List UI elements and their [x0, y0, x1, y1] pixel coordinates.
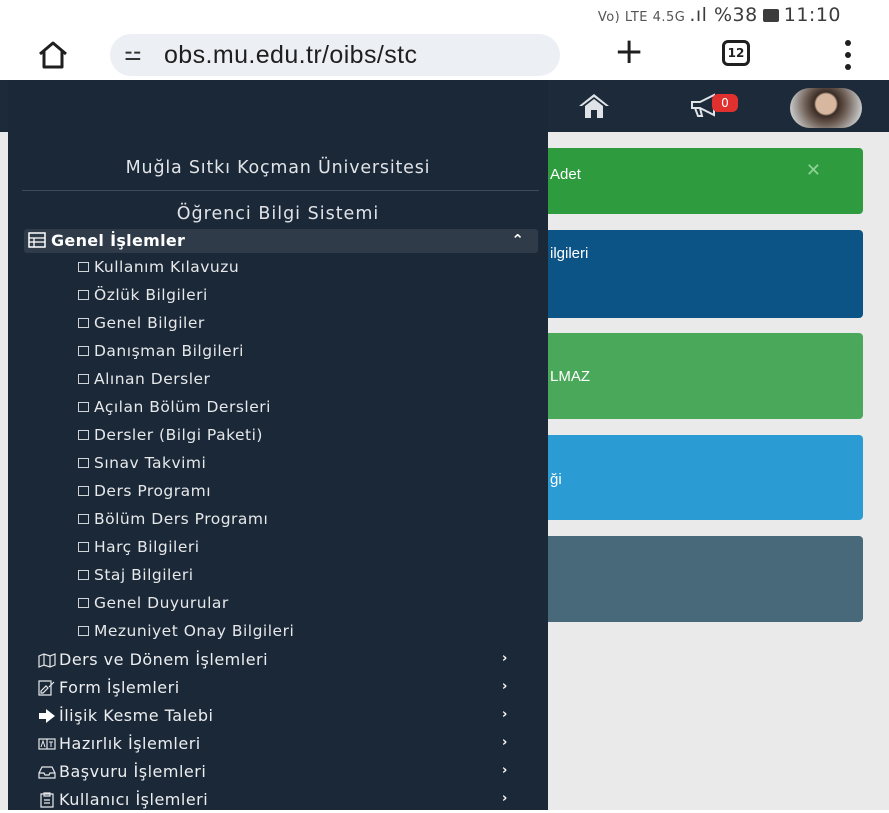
notification-badge: 0 [712, 94, 738, 112]
square-icon [78, 402, 89, 412]
signal-icon: Vo) LTE 4.5G [597, 10, 686, 25]
form-icon [38, 680, 55, 696]
browser-toolbar: ⚍ obs.mu.edu.tr/oibs/stc + 12 [0, 30, 889, 80]
sidebar-group-kullanici[interactable]: Kullanıcı İşlemleri › [38, 789, 538, 813]
square-icon [78, 290, 89, 300]
card-text: ilgileri [550, 245, 589, 262]
list-icon [28, 232, 46, 248]
clock: 11:10 [783, 4, 841, 26]
sidebar-item-staj-bilgileri[interactable]: Staj Bilgileri [78, 566, 194, 584]
sidebar-item-harc-bilgileri[interactable]: Harç Bilgileri [78, 538, 200, 556]
sidebar-item-dersler-bilgi-paketi[interactable]: Dersler (Bilgi Paketi) [78, 426, 263, 444]
square-icon [78, 430, 89, 440]
square-icon [78, 598, 89, 608]
status-bar: Vo) LTE 4.5G .ıl %38 11:10 [0, 0, 889, 30]
university-name: Muğla Sıtkı Koçman Üniversitesi [125, 158, 431, 178]
home-icon [579, 94, 609, 118]
sidebar: Muğla Sıtkı Koçman Üniversitesi Öğrenci … [8, 80, 548, 810]
home-button[interactable] [36, 38, 70, 72]
sidebar-item-kullanim-kilavuzu[interactable]: Kullanım Kılavuzu [78, 258, 239, 276]
battery-icon [762, 9, 779, 22]
sidebar-item-ozluk-bilgileri[interactable]: Özlük Bilgileri [78, 286, 208, 304]
inbox-icon [38, 766, 56, 779]
sidebar-item-ders-programi[interactable]: Ders Programı [78, 482, 211, 500]
info-card-3[interactable]: LMAZ [520, 333, 863, 419]
chevron-right-icon: › [502, 763, 508, 778]
more-menu-button[interactable] [838, 38, 858, 72]
square-icon [78, 374, 89, 384]
chevron-right-icon: › [502, 679, 508, 694]
square-icon [78, 486, 89, 496]
chevron-right-icon: › [502, 791, 508, 806]
sidebar-group-form-islemleri[interactable]: Form İşlemleri › [38, 677, 538, 701]
sidebar-item-bolum-ders-programi[interactable]: Bölüm Ders Programı [78, 510, 268, 528]
system-name: Öğrenci Bilgi Sistemi [176, 204, 380, 224]
square-icon [78, 458, 89, 468]
sidebar-group-hazirlik[interactable]: Hazırlık İşlemleri › [38, 733, 538, 757]
info-card-1[interactable]: Adet ✕ [520, 148, 863, 214]
sidebar-group-label: Genel İşlemler [51, 231, 186, 250]
square-icon [78, 318, 89, 328]
home-icon [39, 41, 67, 69]
sidebar-item-mezuniyet-onay-bilgileri[interactable]: Mezuniyet Onay Bilgileri [78, 622, 294, 640]
square-icon [78, 542, 89, 552]
exit-arrow-icon [39, 709, 55, 723]
info-card-5[interactable] [520, 536, 863, 622]
chevron-up-icon: ⌃ [511, 231, 524, 249]
site-home-button[interactable] [576, 92, 612, 120]
sidebar-group-genel-islemler[interactable]: Genel İşlemler ⌃ [24, 229, 538, 253]
square-icon [78, 346, 89, 356]
sidebar-item-danisman-bilgileri[interactable]: Danışman Bilgileri [78, 342, 244, 360]
sidebar-item-genel-bilgiler[interactable]: Genel Bilgiler [78, 314, 205, 332]
avatar[interactable] [790, 88, 862, 128]
card-text: ği [550, 471, 562, 488]
sidebar-item-sinav-takvimi[interactable]: Sınav Takvimi [78, 454, 206, 472]
sidebar-group-ilisik-kesme[interactable]: İlişik Kesme Talebi › [38, 705, 538, 729]
divider [22, 190, 539, 191]
chevron-right-icon: › [502, 735, 508, 750]
sidebar-item-genel-duyurular[interactable]: Genel Duyurular [78, 594, 229, 612]
chevron-right-icon: › [502, 707, 508, 722]
sidebar-item-alinan-dersler[interactable]: Alınan Dersler [78, 370, 210, 388]
map-icon [38, 653, 56, 668]
sidebar-item-acilan-bolum-dersleri[interactable]: Açılan Bölüm Dersleri [78, 398, 271, 416]
tab-switcher-button[interactable]: 12 [722, 40, 750, 66]
chevron-right-icon: › [502, 651, 508, 666]
card-text: LMAZ [550, 368, 591, 385]
square-icon [78, 262, 89, 272]
clipboard-icon [40, 792, 54, 808]
close-icon[interactable]: ✕ [806, 160, 821, 181]
signal-bars-icon: .ıl [689, 4, 714, 26]
address-bar[interactable]: ⚍ obs.mu.edu.tr/oibs/stc [110, 34, 560, 76]
new-tab-button[interactable]: + [614, 33, 644, 71]
status-indicators: Vo) LTE 4.5G .ıl %38 11:10 [598, 4, 841, 26]
info-card-2[interactable]: ilgileri [520, 230, 863, 318]
site-settings-icon[interactable]: ⚍ [124, 41, 142, 65]
square-icon [78, 570, 89, 580]
sidebar-group-basvuru[interactable]: Başvuru İşlemleri › [38, 761, 538, 785]
card-text: Adet [550, 166, 581, 183]
square-icon [78, 514, 89, 524]
battery-percent: %38 [714, 4, 758, 26]
url-text: obs.mu.edu.tr/oibs/stc [164, 41, 418, 69]
language-icon [38, 738, 56, 750]
info-card-4[interactable]: ği [520, 435, 863, 520]
square-icon [78, 626, 89, 636]
sidebar-group-ders-ve-donem[interactable]: Ders ve Dönem İşlemleri › [38, 649, 538, 673]
